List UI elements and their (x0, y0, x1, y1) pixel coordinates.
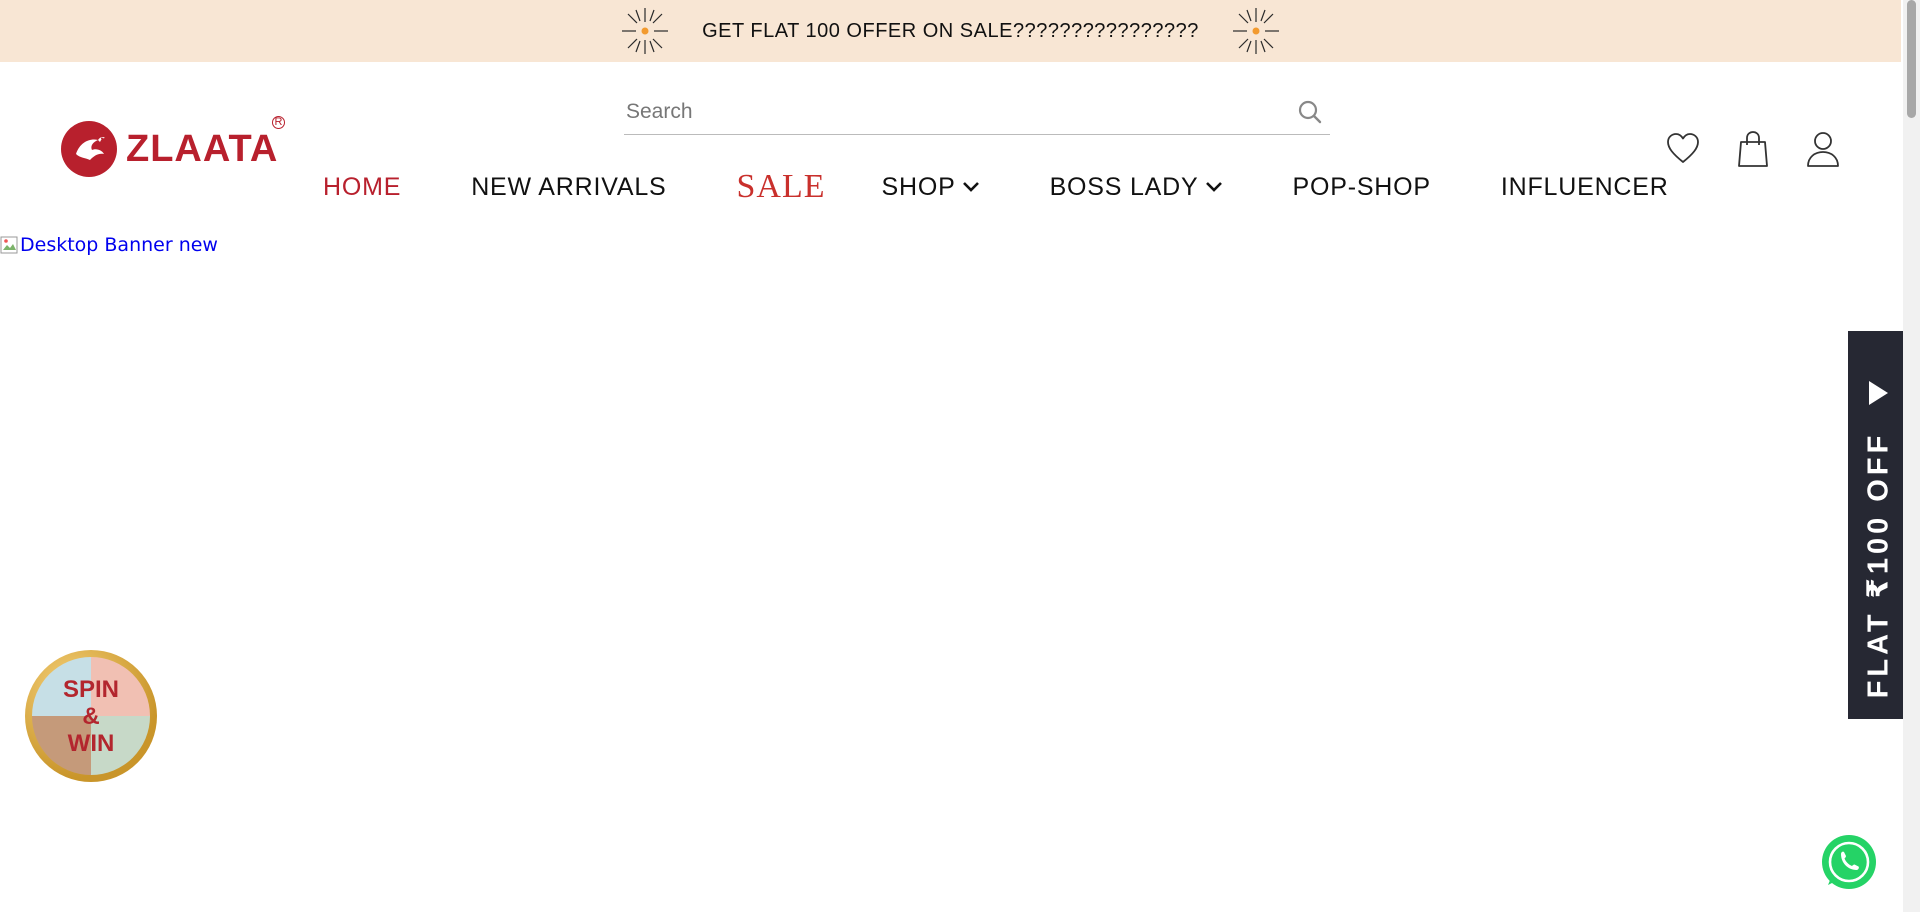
header-icons (1665, 130, 1841, 168)
main-nav: HOME NEW ARRIVALS SALE SHOP BOSS LADY PO… (323, 162, 1669, 212)
nav-item-boss-lady[interactable]: BOSS LADY (1050, 173, 1223, 202)
registered-mark: R (272, 116, 285, 129)
page-scrollbar[interactable] (1903, 0, 1920, 912)
nav-item-label: BOSS LADY (1049, 172, 1199, 201)
spin-win-button[interactable]: SPIN & WIN (25, 650, 157, 782)
logo-bird-icon (61, 121, 117, 177)
nav-item-pop-shop[interactable]: POP-SHOP (1293, 173, 1431, 202)
search-input[interactable] (624, 100, 1296, 124)
bag-icon[interactable] (1735, 130, 1771, 168)
spin-text: SPIN (62, 675, 119, 703)
nav-item-label: NEW ARRIVALS (471, 172, 667, 201)
chevron-down-icon (1205, 182, 1222, 192)
win-text: WIN (67, 729, 115, 757)
announcement-text: GET FLAT 100 OFFER ON SALE??????????????… (702, 19, 1199, 42)
brand-logo[interactable]: ZLAATA R (60, 116, 285, 178)
nav-item-new-arrivals[interactable]: NEW ARRIVALS (471, 173, 666, 202)
nav-item-label: SHOP (881, 172, 956, 201)
chevron-down-icon (962, 182, 979, 192)
desktop-banner[interactable]: Desktop Banner new (0, 234, 218, 256)
search-icon[interactable] (1296, 98, 1324, 126)
side-tab-text: FLAT ₹100 OFF (1862, 431, 1895, 699)
nav-item-sale[interactable]: SALE (737, 168, 826, 206)
nav-item-shop[interactable]: SHOP (882, 173, 980, 202)
firework-icon (622, 8, 669, 54)
heart-icon[interactable] (1665, 130, 1701, 168)
nav-item-influencer[interactable]: INFLUENCER (1501, 173, 1669, 202)
spin-ampersand: & (82, 702, 100, 730)
spin-wheel: SPIN & WIN (32, 657, 150, 775)
scrollbar-thumb[interactable] (1907, 0, 1916, 118)
flat-off-side-tab[interactable]: FLAT ₹100 OFF (1848, 331, 1908, 719)
nav-item-label: HOME (323, 172, 402, 201)
site-header: ZLAATA R HOME NEW ARRIVALS SALE (0, 62, 1901, 232)
user-icon[interactable] (1805, 130, 1841, 168)
brand-name: ZLAATA (126, 127, 279, 170)
nav-item-label: POP-SHOP (1292, 172, 1431, 201)
nav-item-label: INFLUENCER (1500, 172, 1669, 201)
announcement-bar: GET FLAT 100 OFFER ON SALE??????????????… (0, 0, 1901, 62)
firework-icon (1232, 8, 1279, 54)
whatsapp-icon[interactable] (1820, 833, 1878, 891)
search-bar (624, 90, 1330, 135)
banner-alt-text: Desktop Banner new (20, 234, 218, 256)
nav-item-home[interactable]: HOME (323, 173, 401, 202)
nav-item-label: SALE (736, 168, 826, 205)
play-arrow-icon (1869, 381, 1888, 405)
broken-image-icon (0, 236, 18, 254)
